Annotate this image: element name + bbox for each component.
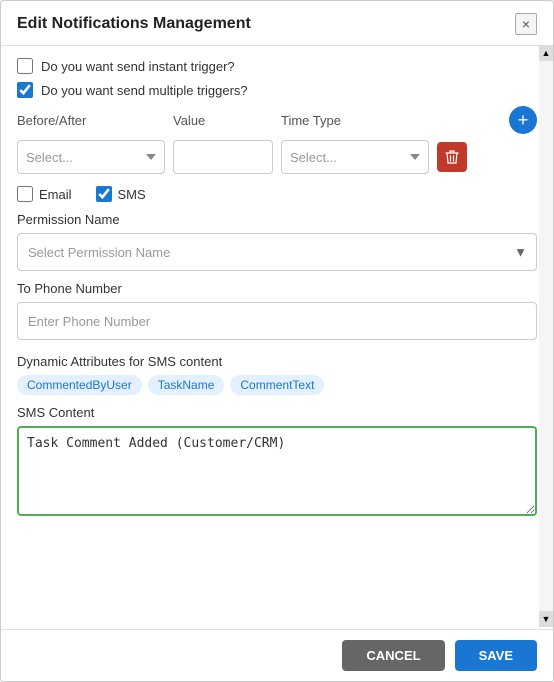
- email-label: Email: [39, 187, 72, 202]
- permission-label: Permission Name: [17, 212, 537, 227]
- multiple-triggers-label: Do you want send multiple triggers?: [41, 83, 248, 98]
- tag-commenttext[interactable]: CommentText: [230, 375, 324, 395]
- close-button[interactable]: ×: [515, 13, 537, 35]
- dynamic-attrs-label: Dynamic Attributes for SMS content: [17, 354, 537, 369]
- sms-checkbox[interactable]: [96, 186, 112, 202]
- trash-icon: [445, 149, 459, 165]
- modal-footer: CANCEL SAVE: [1, 629, 553, 681]
- instant-trigger-row: Do you want send instant trigger?: [17, 58, 537, 74]
- modal-header: Edit Notifications Management ×: [1, 1, 553, 46]
- modal-title: Edit Notifications Management: [17, 15, 251, 33]
- permission-select-wrapper: Select Permission Name ▼: [17, 233, 537, 271]
- email-item: Email: [17, 186, 72, 202]
- tag-commentedbyuser[interactable]: CommentedByUser: [17, 375, 142, 395]
- multiple-triggers-checkbox[interactable]: [17, 82, 33, 98]
- value-column-label: Value: [173, 113, 273, 128]
- sms-content-label: SMS Content: [17, 405, 537, 420]
- trigger-inputs-row: Select... Select...: [17, 140, 537, 174]
- instant-trigger-label: Do you want send instant trigger?: [41, 59, 235, 74]
- scrollbar: ▲ ▼: [539, 45, 553, 627]
- add-trigger-button[interactable]: +: [509, 106, 537, 134]
- trigger-columns-header: Before/After Value Time Type +: [17, 106, 537, 134]
- sms-label: SMS: [118, 187, 146, 202]
- time-type-select[interactable]: Select...: [281, 140, 429, 174]
- value-input[interactable]: [173, 140, 273, 174]
- instant-trigger-checkbox[interactable]: [17, 58, 33, 74]
- before-after-column-label: Before/After: [17, 113, 165, 128]
- scroll-down-arrow[interactable]: ▼: [539, 611, 553, 627]
- email-checkbox[interactable]: [17, 186, 33, 202]
- delete-trigger-button[interactable]: [437, 142, 467, 172]
- multiple-triggers-row: Do you want send multiple triggers?: [17, 82, 537, 98]
- channel-row: Email SMS: [17, 186, 537, 202]
- save-button[interactable]: SAVE: [455, 640, 537, 671]
- phone-label: To Phone Number: [17, 281, 537, 296]
- phone-input[interactable]: [17, 302, 537, 340]
- before-after-select[interactable]: Select...: [17, 140, 165, 174]
- sms-content-textarea[interactable]: Task Comment Added (Customer/CRM): [17, 426, 537, 516]
- scroll-up-arrow[interactable]: ▲: [539, 45, 553, 61]
- time-type-column-label: Time Type: [281, 113, 429, 128]
- modal-body: Do you want send instant trigger? Do you…: [1, 46, 553, 629]
- tag-taskname[interactable]: TaskName: [148, 375, 225, 395]
- sms-item: SMS: [96, 186, 146, 202]
- dynamic-attrs-tags: CommentedByUser TaskName CommentText: [17, 375, 537, 395]
- cancel-button[interactable]: CANCEL: [342, 640, 444, 671]
- modal-container: Edit Notifications Management × Do you w…: [0, 0, 554, 682]
- permission-select[interactable]: Select Permission Name: [17, 233, 537, 271]
